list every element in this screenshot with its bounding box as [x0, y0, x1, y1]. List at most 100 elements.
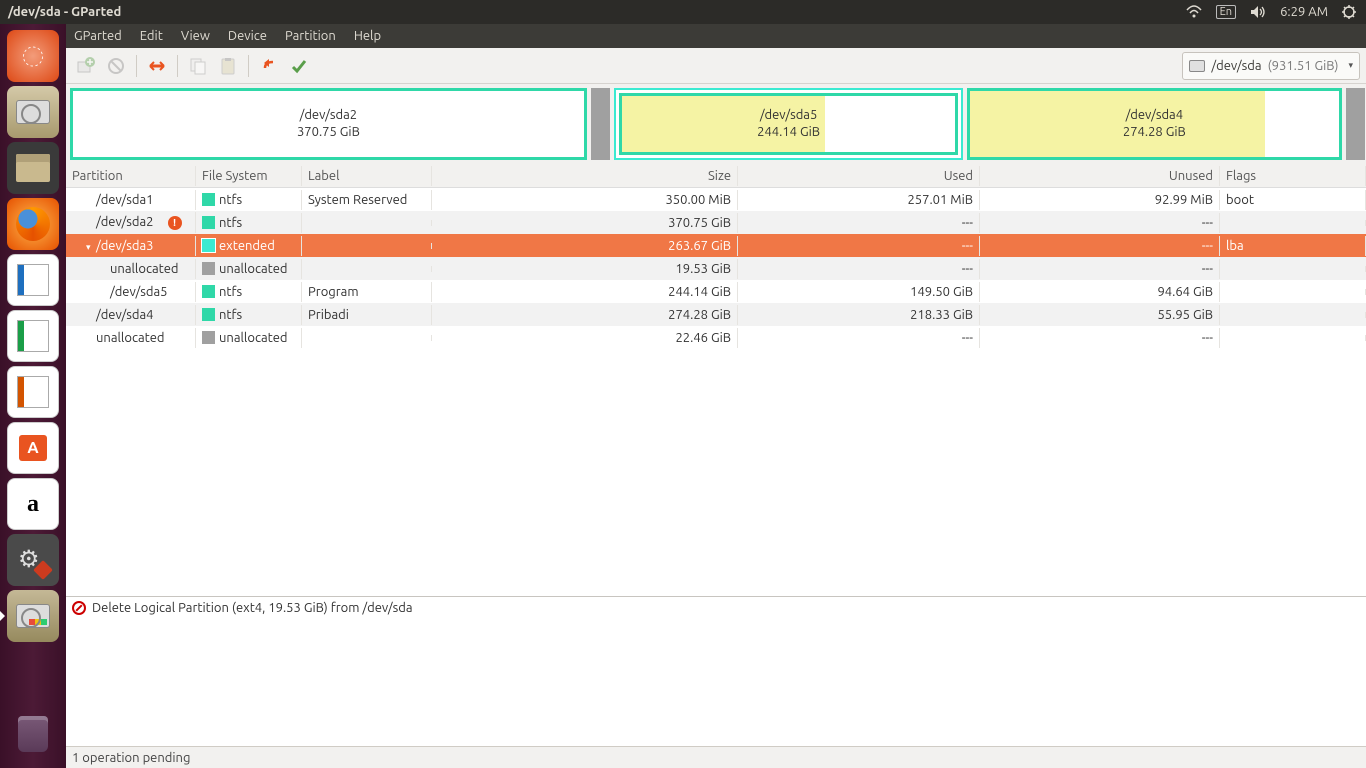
cell-flags: [1220, 312, 1366, 318]
toolbar-separator: [248, 55, 249, 77]
cell-flags: [1220, 289, 1366, 295]
toolbar-separator: [136, 55, 137, 77]
partition-gap: [591, 88, 610, 160]
partition-gap: [1346, 88, 1365, 160]
table-row[interactable]: ▾/dev/sda3extended263.67 GiB------lba: [66, 234, 1366, 257]
launcher-amazon[interactable]: a: [7, 478, 59, 530]
unity-launcher: ◌ a: [0, 24, 66, 768]
warning-icon: !: [168, 216, 182, 230]
col-used[interactable]: Used: [738, 166, 980, 186]
menu-edit[interactable]: Edit: [140, 29, 163, 43]
table-row[interactable]: unallocatedunallocated22.46 GiB------: [66, 326, 1366, 349]
cell-label: [302, 243, 432, 249]
col-partition[interactable]: Partition: [66, 166, 196, 186]
menu-partition[interactable]: Partition: [285, 29, 336, 43]
cell-used: ---: [738, 259, 980, 279]
pending-operations: Delete Logical Partition (ext4, 19.53 Gi…: [66, 596, 1366, 746]
paste-button: [214, 52, 242, 80]
cell-filesystem: ntfs: [219, 285, 242, 299]
pending-operation-row[interactable]: Delete Logical Partition (ext4, 19.53 Gi…: [66, 597, 1366, 619]
launcher-gparted[interactable]: [7, 590, 59, 642]
launcher-settings[interactable]: [7, 534, 59, 586]
session-icon[interactable]: [1342, 5, 1356, 19]
apply-button[interactable]: [285, 52, 313, 80]
partition-name: /dev/sda5: [757, 107, 820, 124]
cell-unused: ---: [980, 259, 1220, 279]
launcher-dash[interactable]: ◌: [7, 30, 59, 82]
cell-flags: boot: [1220, 190, 1366, 210]
launcher-disks[interactable]: [7, 86, 59, 138]
window-title: /dev/sda - GParted: [0, 5, 121, 19]
col-size[interactable]: Size: [432, 166, 738, 186]
keyboard-layout-indicator[interactable]: En: [1216, 5, 1236, 19]
launcher-writer[interactable]: [7, 254, 59, 306]
menu-view[interactable]: View: [181, 29, 210, 43]
cell-size: 244.14 GiB: [432, 282, 738, 302]
partition-box[interactable]: /dev/sda2370.75 GiB: [70, 88, 587, 160]
copy-button: [184, 52, 212, 80]
menu-gparted[interactable]: GParted: [74, 29, 122, 43]
cell-partition: /dev/sda1: [96, 193, 154, 207]
fs-swatch-icon: [202, 193, 215, 206]
network-icon[interactable]: [1186, 5, 1202, 19]
menu-help[interactable]: Help: [354, 29, 381, 43]
cell-size: 274.28 GiB: [432, 305, 738, 325]
partition-box[interactable]: /dev/sda4274.28 GiB: [967, 88, 1342, 160]
delete-icon: [72, 601, 86, 615]
cell-filesystem: ntfs: [219, 216, 242, 230]
cell-size: 370.75 GiB: [432, 213, 738, 233]
table-row[interactable]: /dev/sda5ntfsProgram244.14 GiB149.50 GiB…: [66, 280, 1366, 303]
col-unused[interactable]: Unused: [980, 166, 1220, 186]
cell-unused: ---: [980, 328, 1220, 348]
cell-size: 22.46 GiB: [432, 328, 738, 348]
launcher-calc[interactable]: [7, 310, 59, 362]
col-filesystem[interactable]: File System: [196, 166, 302, 186]
cell-used: ---: [738, 328, 980, 348]
fs-swatch-icon: [202, 239, 215, 252]
launcher-firefox[interactable]: [7, 198, 59, 250]
cell-filesystem: unallocated: [219, 262, 288, 276]
delete-partition-button: [102, 52, 130, 80]
partition-size: 370.75 GiB: [297, 124, 360, 141]
chevron-down-icon: ▾: [1348, 60, 1353, 71]
table-row[interactable]: /dev/sda1ntfsSystem Reserved350.00 MiB25…: [66, 188, 1366, 211]
cell-filesystem: unallocated: [219, 331, 288, 345]
fs-swatch-icon: [202, 308, 215, 321]
launcher-impress[interactable]: [7, 366, 59, 418]
partition-size: 274.28 GiB: [1123, 124, 1186, 141]
partition-box-extended[interactable]: /dev/sda5244.14 GiB: [614, 88, 963, 160]
status-bar: 1 operation pending: [66, 746, 1366, 768]
volume-icon[interactable]: [1250, 5, 1266, 19]
cell-partition: unallocated: [110, 262, 179, 276]
fs-swatch-icon: [202, 285, 215, 298]
cell-partition: /dev/sda3: [96, 239, 154, 253]
launcher-trash[interactable]: [7, 708, 59, 760]
resize-move-button[interactable]: [143, 52, 171, 80]
cell-unused: ---: [980, 213, 1220, 233]
col-label[interactable]: Label: [302, 166, 432, 186]
device-selector[interactable]: /dev/sda (931.51 GiB) ▾: [1182, 52, 1360, 80]
cell-flags: [1220, 335, 1366, 341]
launcher-software-center[interactable]: [7, 422, 59, 474]
system-top-bar: /dev/sda - GParted En 6:29 AM: [0, 0, 1366, 24]
clock[interactable]: 6:29 AM: [1280, 5, 1328, 19]
partition-table-header: Partition File System Label Size Used Un…: [66, 164, 1366, 188]
toolbar: /dev/sda (931.51 GiB) ▾: [66, 48, 1366, 84]
launcher-files[interactable]: [7, 142, 59, 194]
table-row[interactable]: unallocatedunallocated19.53 GiB------: [66, 257, 1366, 280]
cell-partition: /dev/sda4: [96, 308, 154, 322]
undo-button[interactable]: [255, 52, 283, 80]
table-row[interactable]: /dev/sda2!ntfs370.75 GiB------: [66, 211, 1366, 234]
disk-icon: [1189, 60, 1205, 72]
cell-filesystem: extended: [219, 239, 275, 253]
partition-name: /dev/sda4: [1123, 107, 1186, 124]
cell-unused: ---: [980, 236, 1220, 256]
table-row[interactable]: /dev/sda4ntfsPribadi274.28 GiB218.33 GiB…: [66, 303, 1366, 326]
gparted-window: /dev/sda (931.51 GiB) ▾ /dev/sda2370.75 …: [66, 48, 1366, 768]
cell-flags: lba: [1220, 236, 1366, 256]
cell-partition: /dev/sda2: [96, 215, 154, 229]
menu-device[interactable]: Device: [228, 29, 267, 43]
expander-icon[interactable]: ▾: [86, 242, 96, 253]
col-flags[interactable]: Flags: [1220, 166, 1366, 186]
menubar: GParted Edit View Device Partition Help: [66, 24, 1366, 48]
